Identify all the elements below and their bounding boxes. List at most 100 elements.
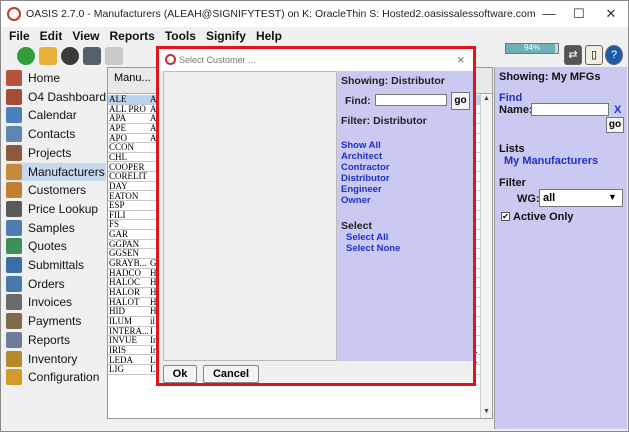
wg-select[interactable]: all ▼ [539, 189, 623, 207]
projects-icon [6, 144, 22, 161]
find-link[interactable]: Find [499, 92, 522, 104]
sidebar-item-reports[interactable]: Reports [6, 331, 106, 349]
minimize-button[interactable]: — [534, 3, 564, 25]
filter-link-show-all[interactable]: Show All [341, 140, 381, 151]
tools-icon[interactable] [83, 47, 101, 65]
my-manufacturers-link[interactable]: My Manufacturers [504, 155, 598, 167]
filter-link-distributor[interactable]: Distributor [341, 173, 390, 184]
dialog-find-input[interactable] [375, 94, 447, 106]
grid-scrollbar[interactable]: ▲ ▼ [480, 94, 492, 418]
sidebar-item-label: Samples [28, 220, 75, 235]
cancel-button[interactable]: Cancel [203, 365, 259, 383]
notes-icon[interactable]: ▯ [585, 45, 603, 65]
scroll-up-icon[interactable]: ▲ [481, 94, 492, 104]
menu-edit[interactable]: Edit [35, 27, 68, 45]
cell-code: HALOC [109, 278, 140, 288]
sidebar-item-calendar[interactable]: Calendar [6, 106, 106, 124]
cell-code: APA [109, 114, 127, 124]
dialog-close-button[interactable]: × [457, 52, 465, 67]
inventory-icon [6, 350, 22, 367]
sidebar-item-customers[interactable]: Customers [6, 181, 106, 199]
sidebar-item-samples[interactable]: Samples [6, 219, 106, 237]
exit-icon[interactable]: ⇄ [564, 45, 582, 65]
sidebar-item-label: Reports [28, 332, 71, 347]
open-folder-icon[interactable] [39, 47, 57, 65]
lists-header: Lists [499, 143, 525, 155]
filter-link-architect[interactable]: Architect [341, 151, 382, 162]
active-only-label: Active Only [513, 211, 574, 223]
cell-name: I [150, 326, 153, 336]
customer-list[interactable] [163, 71, 337, 361]
dialog-filter-panel: Showing: Distributor Find: go Filter: Di… [337, 71, 473, 361]
sidebar-item-price-lookup[interactable]: Price Lookup [6, 200, 106, 218]
name-go-button[interactable]: go [606, 117, 624, 133]
scroll-down-icon[interactable]: ▼ [481, 407, 492, 417]
payments-icon [6, 313, 22, 330]
dialog-footer: Ok Cancel [159, 361, 473, 383]
cell-code: GRAYB... [109, 259, 147, 269]
quotes-icon [6, 238, 22, 255]
home-icon [6, 70, 22, 86]
add-icon[interactable] [17, 47, 35, 65]
select-none-link[interactable]: Select None [346, 243, 400, 254]
select-all-link[interactable]: Select All [346, 232, 388, 243]
cell-code: APE [109, 123, 127, 133]
progress-bar: 94% [505, 43, 559, 54]
cell-code: HALOT [109, 297, 140, 307]
close-button[interactable]: ✕ [596, 3, 626, 25]
cell-code: FS [109, 220, 120, 230]
menu-reports[interactable]: Reports [104, 27, 159, 45]
name-input[interactable] [531, 103, 609, 116]
ok-button[interactable]: Ok [163, 365, 197, 383]
sidebar-item-label: Customers [28, 183, 87, 198]
sidebar-item-inventory[interactable]: Inventory [6, 350, 106, 368]
sidebar-item-home[interactable]: Home [6, 69, 106, 87]
cell-code: INVUE [109, 336, 137, 346]
help-icon[interactable]: ? [605, 45, 623, 65]
dialog-title-bar: Select Customer ... × [159, 49, 473, 71]
dialog-go-button[interactable]: go [451, 92, 470, 110]
sidebar-item-quotes[interactable]: Quotes [6, 237, 106, 255]
sidebar-item-projects[interactable]: Projects [6, 144, 106, 162]
submittals-icon [6, 257, 22, 273]
cell-code: LIG [109, 365, 124, 375]
sidebar-item-contacts[interactable]: Contacts [6, 125, 106, 143]
active-only-checkbox[interactable]: ✔ [501, 212, 510, 221]
chevron-down-icon: ▼ [608, 192, 617, 202]
sidebar-item-submittals[interactable]: Submittals [6, 256, 106, 274]
column-header-manufacturer[interactable]: Manu... [114, 72, 151, 84]
sidebar-item-label: Home [28, 71, 61, 85]
filter-link-owner[interactable]: Owner [341, 195, 371, 206]
clear-name-button[interactable]: X [614, 104, 621, 116]
cell-code: CHL [109, 152, 127, 162]
sidebar-item-o4-dashboard[interactable]: O4 Dashboard [6, 88, 106, 106]
menu-help[interactable]: Help [251, 27, 287, 45]
progress-label: 94% [523, 43, 540, 52]
sidebar-item-manufacturers[interactable]: Manufacturers [6, 162, 106, 181]
cell-code: CORELIT [109, 172, 147, 182]
filter-link-contractor[interactable]: Contractor [341, 162, 390, 173]
menu-signify[interactable]: Signify [201, 27, 251, 45]
reports-icon [6, 331, 22, 348]
window-title: OASIS 2.7.0 - Manufacturers (ALEAH@SIGNI… [26, 8, 536, 20]
menu-view[interactable]: View [67, 27, 104, 45]
sidebar-item-label: Quotes [28, 239, 67, 254]
sidebar-item-payments[interactable]: Payments [6, 312, 106, 330]
sidebar-item-label: Invoices [28, 295, 73, 310]
sidebar-item-label: Projects [28, 145, 72, 160]
sidebar-item-orders[interactable]: Orders [6, 275, 106, 293]
cell-code: GGPAN [109, 239, 140, 249]
menu-tools[interactable]: Tools [160, 27, 201, 45]
menu-file[interactable]: File [1, 27, 35, 45]
cell-code: FILI [109, 210, 126, 220]
maximize-button[interactable]: ☐ [564, 3, 594, 25]
cell-code: ILUM [109, 316, 132, 326]
sidebar-item-configuration[interactable]: Configuration [6, 368, 106, 386]
sidebar-item-invoices[interactable]: Invoices [6, 293, 106, 311]
sidebar-item-label: Contacts [28, 127, 76, 142]
cell-code: HID [109, 307, 125, 317]
document-icon[interactable] [105, 47, 123, 65]
showing-label: Showing: My MFGs [499, 71, 601, 83]
binoculars-icon[interactable] [61, 47, 79, 65]
filter-link-engineer[interactable]: Engineer [341, 184, 382, 195]
